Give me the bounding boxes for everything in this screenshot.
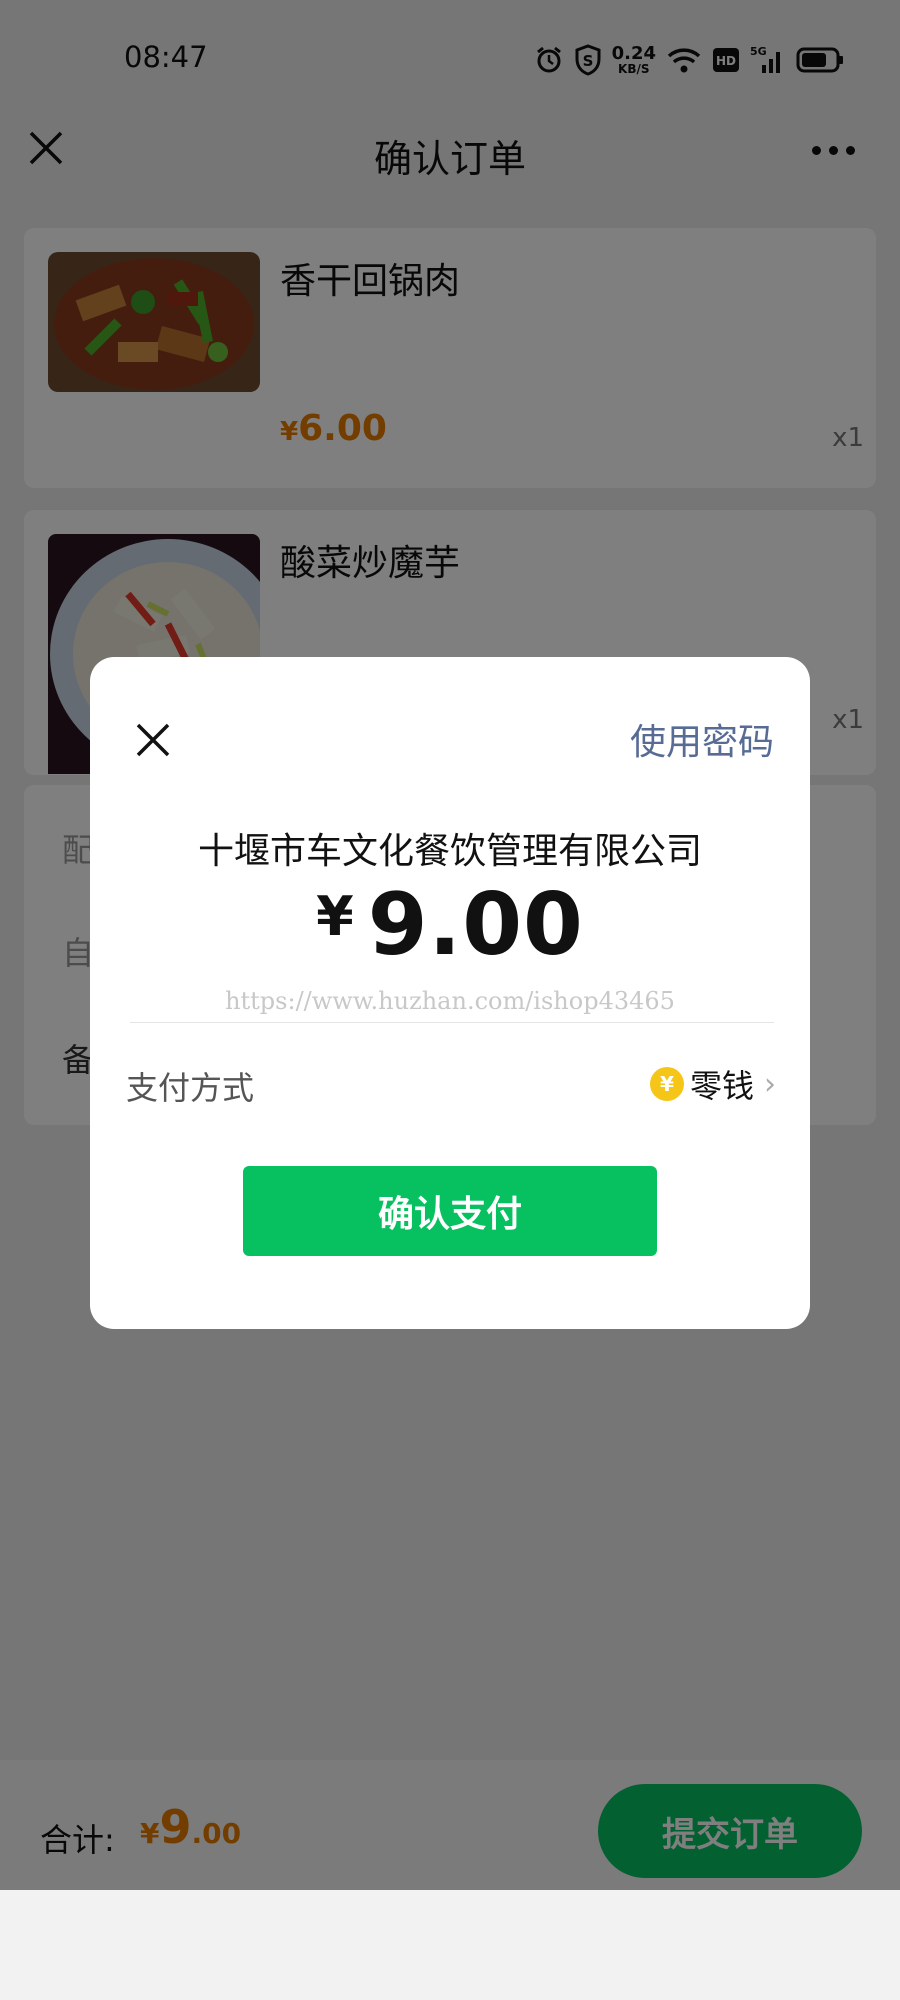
payment-amount: ¥9.00 — [316, 875, 584, 975]
order-page: 08:47 S 0.24 KB/S HD 5G — [0, 0, 900, 2000]
payment-method-label: 支付方式 — [126, 1069, 255, 1107]
system-nav-bar — [0, 1890, 900, 2000]
coin-icon: ¥ — [649, 1067, 684, 1101]
chevron-right-icon: › — [764, 1066, 776, 1102]
payment-dialog: 使用密码 十堰市车文化餐饮管理有限公司 ¥9.00 https://www.hu… — [90, 657, 810, 1329]
payment-method-value: 零钱 — [689, 1067, 754, 1105]
watermark: https://www.huzhan.com/ishop43465 — [225, 987, 675, 1015]
confirm-pay-button[interactable]: 确认支付 — [243, 1166, 657, 1256]
use-password-link[interactable]: 使用密码 — [630, 713, 774, 765]
divider — [130, 1022, 774, 1023]
close-icon[interactable] — [134, 721, 172, 759]
merchant-name: 十堰市车文化餐饮管理有限公司 — [197, 831, 702, 872]
payment-method-selector[interactable]: ¥ 零钱 › — [649, 1061, 776, 1107]
